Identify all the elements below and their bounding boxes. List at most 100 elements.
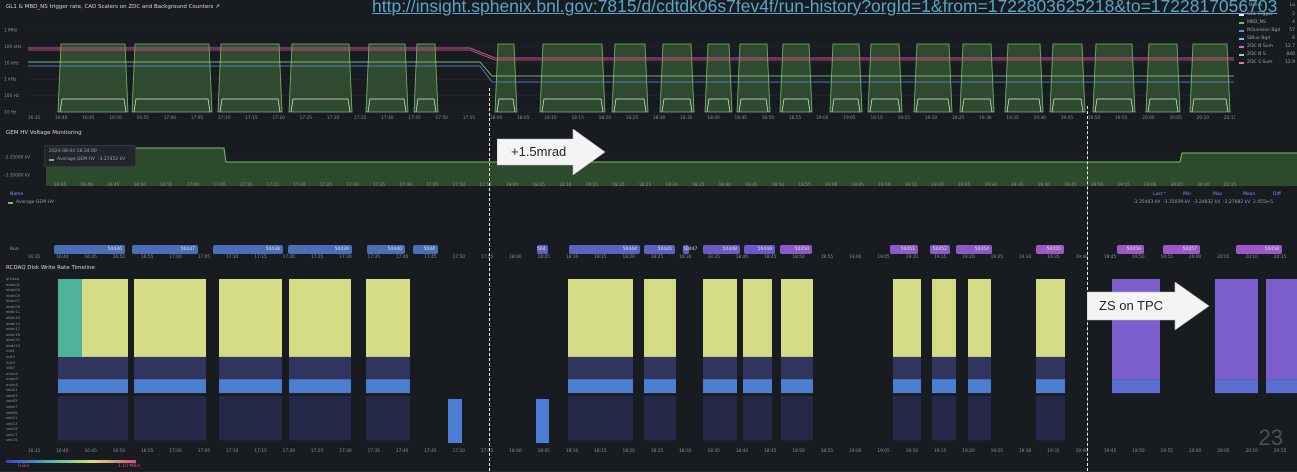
legend-item[interactable]: ZDC N S — [1239, 52, 1266, 57]
mvtx-write-block — [1215, 379, 1258, 394]
run-x-tick: 19:50 — [1132, 254, 1145, 260]
gem-x-tick: 18:55 — [798, 182, 811, 188]
gem-x-tick: 18:05 — [532, 182, 545, 188]
gem-stats-header[interactable]: Max — [1213, 192, 1222, 197]
dashboard-url-link[interactable]: http://insight.sphenix.bnl.gov:7815/d/cd… — [372, 0, 1277, 17]
disk-x-tick: 17:50 — [453, 448, 466, 454]
legend-item[interactable]: ZDC N Sum — [1239, 44, 1273, 49]
trigger-x-tick: 16:55 — [137, 115, 150, 121]
run-x-tick: 19:55 — [1161, 254, 1174, 260]
colorbar-max: 1.10 MB/s — [118, 464, 141, 469]
run-x-tick: 18:55 — [821, 254, 834, 260]
disk-x-tick: 18:55 — [821, 448, 834, 454]
gem-x-tick: 18:25 — [639, 182, 652, 188]
legend-last-header[interactable]: La — [1290, 3, 1295, 8]
gem-x-tick: 19:25 — [958, 182, 971, 188]
disk-x-tick: 18:25 — [651, 448, 664, 454]
gem-x-tick: 18:40 — [719, 182, 732, 188]
gem-x-tick: 18:20 — [612, 182, 625, 188]
gem-stats-header[interactable]: Diff — [1273, 192, 1281, 197]
legend-item[interactable]: SBlue Bgd — [1239, 36, 1270, 41]
seb-write-block — [703, 395, 737, 441]
legend-swatch — [1239, 21, 1244, 24]
trigger-x-tick: 18:30 — [653, 115, 666, 121]
gem-x-tick: 19:00 — [825, 182, 838, 188]
disk-x-tick: 17:20 — [283, 448, 296, 454]
trigger-x-tick: 18:50 — [762, 115, 775, 121]
disk-x-tick: 18:20 — [622, 448, 635, 454]
mvtx-write-block — [968, 379, 991, 394]
disk-x-tick: 18:10 — [566, 448, 579, 454]
legend-item-value: 4 — [1292, 20, 1295, 25]
run-x-tick: 18:25 — [651, 254, 664, 260]
trigger-rate-series — [913, 43, 953, 113]
intt-write-block — [289, 356, 351, 380]
trigger-x-tick: 19:35 — [1006, 115, 1019, 121]
disk-x-tick: 19:20 — [962, 448, 975, 454]
trigger-rate-panel: GL1 & MBD_NS trigger rate, CAD Scalers o… — [0, 0, 1297, 127]
tpc-write-block — [781, 279, 813, 357]
gem-legend-series: Average GEM HV — [16, 200, 55, 205]
gem-x-tick: 19:10 — [878, 182, 891, 188]
gem-x-tick: 17:15 — [267, 182, 280, 188]
run-x-tick: 19:45 — [1104, 254, 1117, 260]
run-x-tick: 20:15 — [1274, 254, 1287, 260]
disk-x-tick: 18:50 — [792, 448, 805, 454]
gem-stats-header[interactable]: Last * — [1153, 192, 1166, 197]
disk-x-tick: 16:40 — [56, 448, 69, 454]
tpc-write-block — [932, 279, 956, 357]
gem-stats-value: 2.455e-5 — [1253, 200, 1274, 205]
gem-legend-entry[interactable]: Average GEM HV — [8, 200, 54, 205]
gem-x-tick: 18:10 — [559, 182, 572, 188]
legend-item[interactable]: NQuelsion Bgd — [1239, 28, 1280, 33]
trigger-rate-series — [659, 43, 695, 113]
gem-x-tick: 19:20 — [931, 182, 944, 188]
disk-x-tick: 17:30 — [339, 448, 352, 454]
trigger-x-tick: 16:40 — [55, 115, 68, 121]
gem-x-tick: 17:00 — [187, 182, 200, 188]
gem-x-tick: 18:35 — [692, 182, 705, 188]
trigger-x-tick: 17:55 — [463, 115, 476, 121]
legend-item[interactable]: MBD_NS — [1239, 20, 1266, 25]
tooltip-series-value: -3.27452 kV — [98, 157, 126, 162]
tpc-write-block — [568, 279, 633, 357]
zs-tpc-label: ZS on TPC — [1099, 298, 1164, 313]
legend-swatch — [1239, 29, 1244, 32]
intt-write-block — [134, 356, 206, 380]
intt-write-block — [568, 356, 633, 380]
gem-legend-name-header[interactable]: Name — [10, 192, 23, 197]
mvtx-write-block — [568, 379, 633, 394]
mvtx-write-block — [1266, 379, 1297, 394]
trigger-rate-series — [1145, 43, 1181, 113]
run-x-tick: 18:05 — [538, 254, 551, 260]
run-x-tick: 18:10 — [566, 254, 579, 260]
gem-x-tick: 20:15 — [1224, 182, 1237, 188]
trigger-x-tick: 16:45 — [82, 115, 95, 121]
gem-x-tick: 19:45 — [1064, 182, 1077, 188]
gem-x-tick: 19:55 — [1117, 182, 1130, 188]
mvtx-write-block — [893, 379, 921, 394]
mvtx-write-block — [58, 379, 128, 394]
gem-legend-swatch — [8, 201, 13, 204]
legend-item-value: 57 — [1289, 28, 1295, 33]
trigger-rate-series — [57, 43, 129, 113]
gem-x-tick: 19:40 — [1038, 182, 1051, 188]
disk-x-tick: 19:15 — [934, 448, 947, 454]
disk-x-tick: 17:15 — [254, 448, 267, 454]
trigger-rate-series — [539, 43, 606, 113]
disk-x-tick: 19:45 — [1104, 448, 1117, 454]
seb-write-block — [134, 395, 206, 441]
gem-stats-header[interactable]: Min — [1183, 192, 1191, 197]
trigger-x-tick: 18:20 — [599, 115, 612, 121]
legend-item[interactable]: ZDC S Sum — [1239, 60, 1273, 65]
run-x-tick: 20:05 — [1217, 254, 1230, 260]
gem-stats-header[interactable]: Mean — [1243, 192, 1255, 197]
run-x-tick: 19:05 — [877, 254, 890, 260]
trigger-rate-series — [867, 43, 903, 113]
tpc-write-block-start — [58, 279, 82, 357]
zs-tpc-write-block — [1266, 279, 1297, 380]
trigger-rate-series — [131, 43, 213, 113]
run-x-tick: 18:30 — [679, 254, 692, 260]
disk-x-tick: 17:00 — [169, 448, 182, 454]
trigger-x-tick: 16:50 — [109, 115, 122, 121]
